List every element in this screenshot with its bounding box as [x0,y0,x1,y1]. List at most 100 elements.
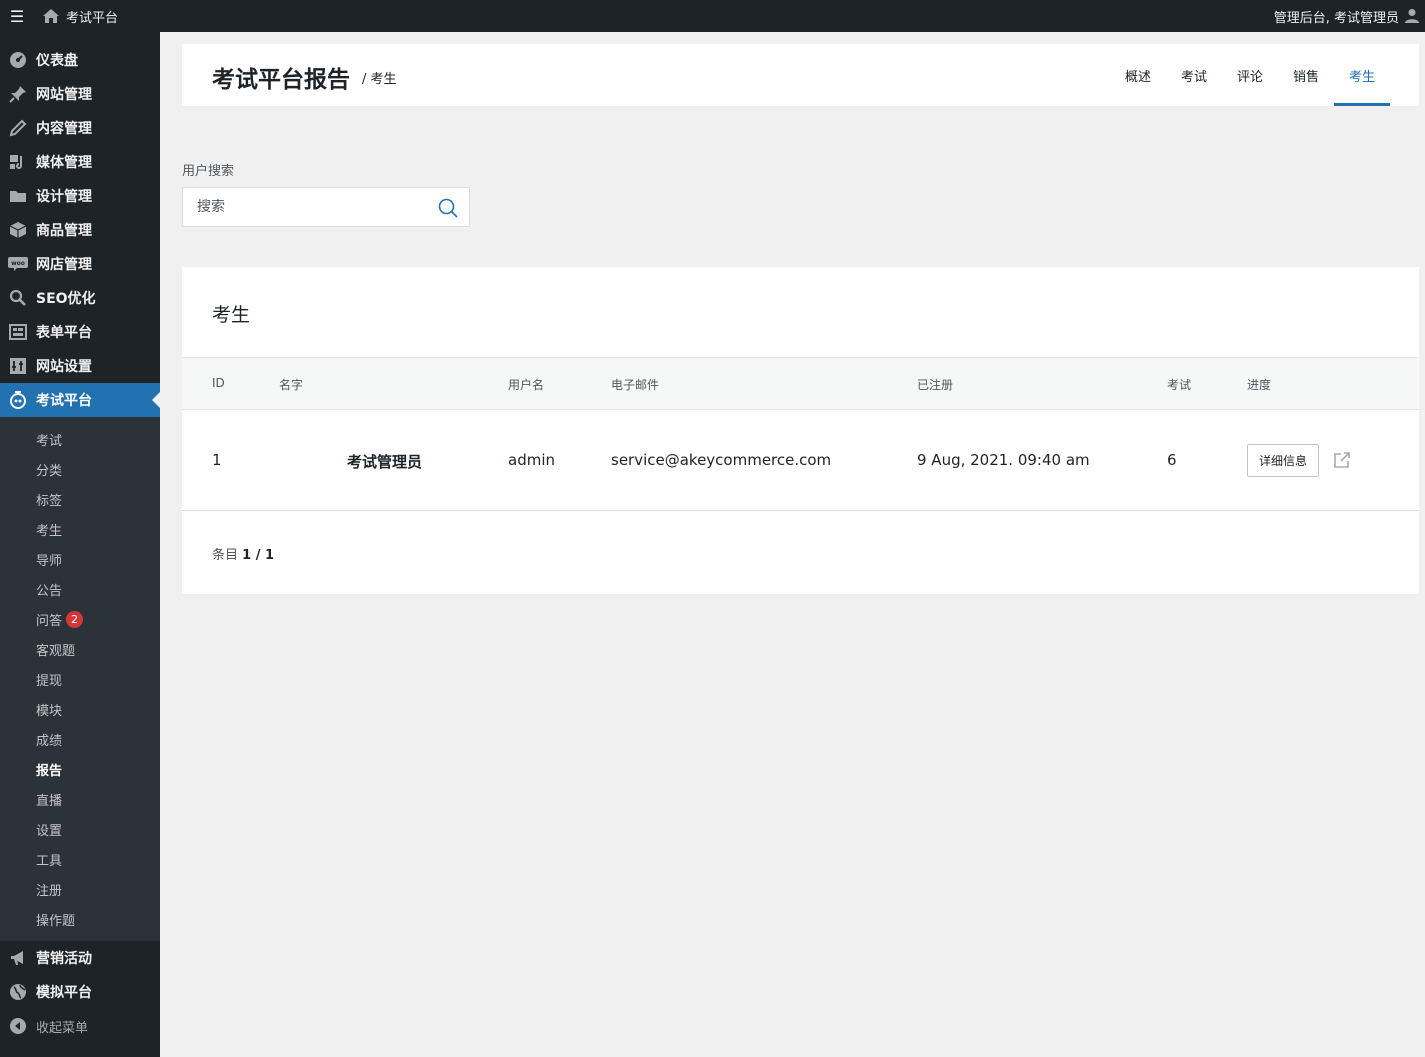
column-header-name: 名字 [279,378,304,392]
submenu-item-tools[interactable]: 工具 [0,844,160,874]
page-title: 考试平台报告 [212,67,350,93]
column-header-email: 电子邮件 [611,378,660,392]
menu-marketing[interactable]: 营销活动 [0,941,160,975]
submenu-item-tags[interactable]: 标签 [0,484,160,514]
menu-dashboard[interactable]: 仪表盘 [0,43,160,77]
submenu-item-announcements[interactable]: 公告 [0,574,160,604]
breadcrumb: / 考生 [362,72,397,87]
home-icon [43,9,59,23]
submenu-item-modules[interactable]: 模块 [0,694,160,724]
user-icon [1405,9,1419,23]
pager-value: 1 / 1 [242,548,275,563]
tab-reviews[interactable]: 评论 [1222,44,1278,106]
menu-product-management[interactable]: 商品管理 [0,213,160,247]
collapse-arrow-icon [0,1017,36,1035]
submenu-item-live[interactable]: 直播 [0,784,160,814]
woo-icon: woo [0,257,36,271]
menu-simulation-platform[interactable]: 模拟平台 [0,975,160,1009]
folder-icon [0,187,36,205]
menu-media-management[interactable]: 媒体管理 [0,145,160,179]
form-icon [0,323,36,341]
students-panel: 考生 ID 名字 用户名 电子邮件 已注册 考试 进度 1 考试管理员 admi… [182,267,1419,594]
pin-icon [0,85,36,103]
tab-exams[interactable]: 考试 [1166,44,1222,106]
submenu-item-reports[interactable]: 报告 [0,754,160,784]
admin-bar: ☰ 考试平台 管理后台, 考试管理员 [0,0,1425,32]
dashboard-icon [0,51,36,69]
menu-shop-management[interactable]: woo 网店管理 [0,247,160,281]
report-tabs: 概述 考试 评论 销售 考生 [1110,44,1390,106]
site-name: 考试平台 [66,10,119,26]
submenu-item-settings[interactable]: 设置 [0,814,160,844]
column-header-registered: 已注册 [917,378,954,392]
settings-icon [0,357,36,375]
box-icon [0,221,36,239]
submenu-item-objective-questions[interactable]: 客观题 [0,634,160,664]
column-header-progress: 进度 [1247,378,1272,392]
globe-icon [0,983,36,1001]
menu-label: 商品管理 [36,223,92,239]
submenu-item-grades[interactable]: 成绩 [0,724,160,754]
menu-design-management[interactable]: 设计管理 [0,179,160,213]
external-link-icon[interactable] [1333,451,1351,469]
tab-students[interactable]: 考生 [1334,44,1390,106]
menu-label: 表单平台 [36,325,92,341]
menu-label: 网站管理 [36,87,92,103]
menu-seo[interactable]: SEO优化 [0,281,160,315]
collapse-menu-label: 收起菜单 [36,1020,89,1036]
cell-registered: 9 Aug, 2021. 09:40 am [917,451,1090,469]
cell-email: service@akeycommerce.com [611,451,832,469]
menu-label: 设计管理 [36,189,92,205]
exam-icon [0,391,36,409]
search-icon [0,289,36,307]
media-icon [0,153,36,171]
detail-info-button[interactable]: 详细信息 [1247,444,1319,477]
submenu-item-students[interactable]: 考生 [0,514,160,544]
table-header: ID 名字 用户名 电子邮件 已注册 考试 进度 [182,357,1419,410]
submenu-item-practical-questions[interactable]: 操作题 [0,904,160,934]
panel-title: 考生 [212,304,251,326]
submenu-item-instructors[interactable]: 导师 [0,544,160,574]
table-row: 1 考试管理员 admin service@akeycommerce.com 9… [182,410,1419,511]
cell-name: 考试管理员 [347,453,423,471]
menu-label: 营销活动 [36,951,92,967]
admin-sidebar: 仪表盘 网站管理 内容管理 媒体管理 设计管理 商品管理 woo 网店管理 SE… [0,32,160,1057]
search-icon[interactable] [437,197,459,219]
svg-text:woo: woo [11,260,25,267]
submenu-item-exams[interactable]: 考试 [0,424,160,454]
cell-id: 1 [212,451,222,469]
submenu-item-qa[interactable]: 问答 2 [0,604,160,634]
account-menu[interactable]: 管理后台, 考试管理员 [1274,0,1425,32]
menu-label: 内容管理 [36,121,92,137]
pencil-icon [0,119,36,137]
site-home-link[interactable]: 考试平台 [34,0,126,32]
account-greeting: 管理后台, 考试管理员 [1273,10,1399,26]
submenu-item-withdrawals[interactable]: 提现 [0,664,160,694]
qa-count-badge: 2 [66,610,84,628]
menu-forms[interactable]: 表单平台 [0,315,160,349]
cell-username: admin [508,451,555,469]
column-header-exams: 考试 [1167,378,1192,392]
column-header-username: 用户名 [508,378,545,392]
submenu-item-registration[interactable]: 注册 [0,874,160,904]
menu-exam-platform[interactable]: 考试平台 [0,383,160,417]
menu-site-management[interactable]: 网站管理 [0,77,160,111]
cell-exams: 6 [1167,451,1177,469]
pagination-info: 条目 1 / 1 [212,544,274,563]
column-header-id: ID [212,376,225,390]
search-box [182,187,470,227]
exam-platform-submenu: 考试 分类 标签 考生 导师 公告 问答 2 客观题 提现 模块 成绩 报告 直播… [0,417,160,941]
menu-label: 模拟平台 [36,985,92,1001]
tab-overview[interactable]: 概述 [1110,44,1166,106]
menu-site-settings[interactable]: 网站设置 [0,349,160,383]
menu-label: 媒体管理 [36,155,92,171]
search-label: 用户搜索 [182,164,235,179]
menu-content-management[interactable]: 内容管理 [0,111,160,145]
hamburger-menu-icon[interactable]: ☰ [0,0,34,32]
tab-sales[interactable]: 销售 [1278,44,1334,106]
report-header: 考试平台报告 / 考生 概述 考试 评论 销售 考生 [182,44,1419,106]
menu-label: 仪表盘 [36,53,78,69]
submenu-item-categories[interactable]: 分类 [0,454,160,484]
collapse-menu-button[interactable]: 收起菜单 [0,1009,160,1043]
user-search-input[interactable] [183,188,423,226]
